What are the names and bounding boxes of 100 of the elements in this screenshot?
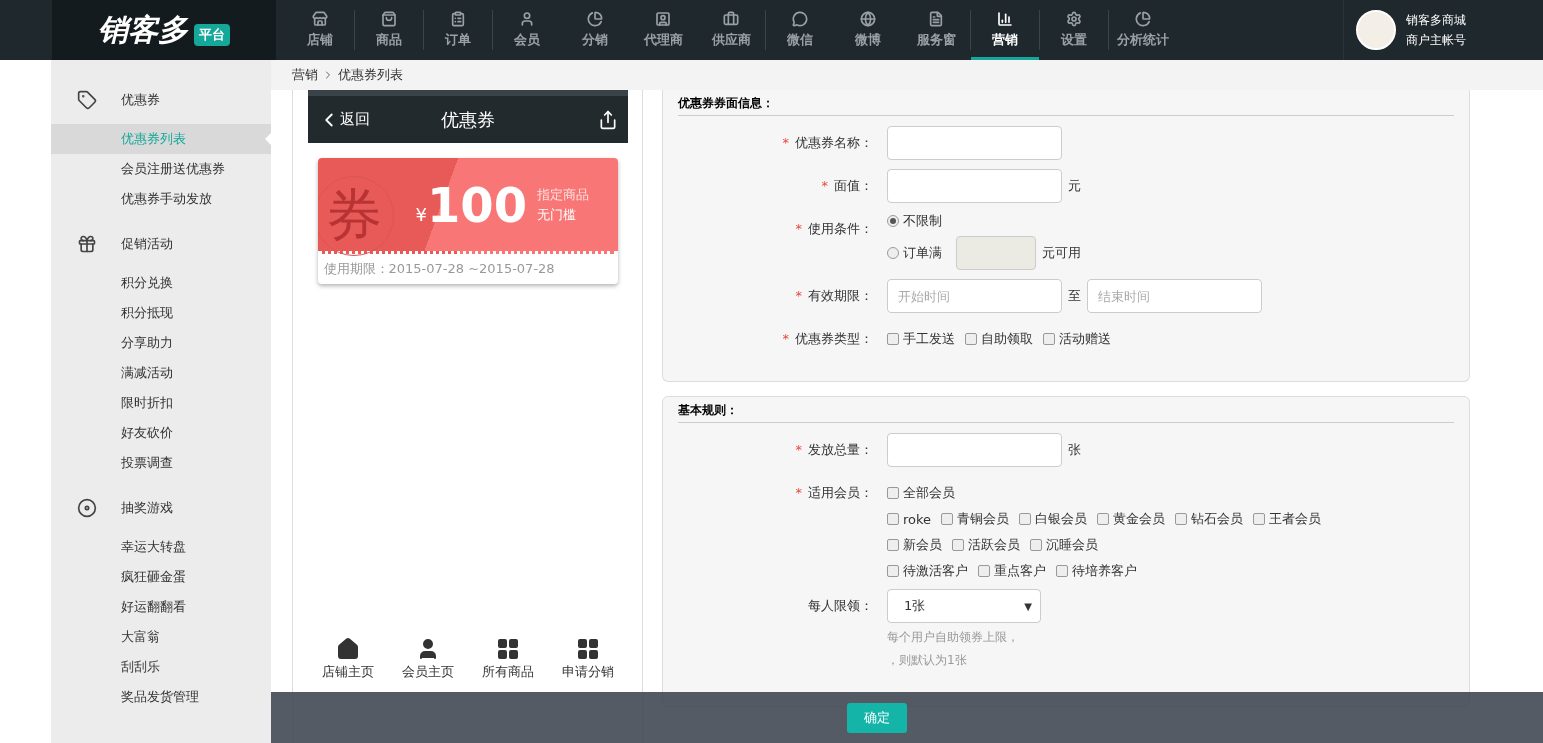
home-icon xyxy=(335,637,360,661)
user-icon xyxy=(519,11,535,27)
nav-tab[interactable]: 设置 xyxy=(1040,0,1108,60)
radio-option[interactable]: 不限制 xyxy=(887,212,942,230)
sidebar-item[interactable]: 分享助力 xyxy=(51,328,271,358)
logo-badge: 平台 xyxy=(194,24,230,46)
required-mark: * xyxy=(782,331,789,346)
clipboard-icon xyxy=(450,11,466,27)
required-mark: * xyxy=(782,135,789,150)
sidebar-item[interactable]: 限时折扣 xyxy=(51,388,271,418)
hint-text: ，则默认为1张 xyxy=(887,652,968,669)
nav-tab[interactable]: 商品 xyxy=(355,0,423,60)
checkbox-option[interactable]: 钻石会员 xyxy=(1175,510,1244,528)
checkbox-option[interactable]: 自助领取 xyxy=(965,330,1033,348)
input-field[interactable] xyxy=(887,169,1062,203)
sidebar-item[interactable]: 投票调查 xyxy=(51,448,271,478)
phone-nav-item[interactable]: 店铺主页 xyxy=(315,637,380,681)
chat-icon xyxy=(792,11,808,27)
nav-tab[interactable]: 供应商 xyxy=(697,0,765,60)
phone-nav-item[interactable]: 所有商品 xyxy=(475,637,540,681)
required-mark: * xyxy=(795,221,802,236)
coupon-amount: 100 xyxy=(426,176,528,233)
bar-chart-icon xyxy=(997,11,1013,27)
input-field[interactable] xyxy=(887,433,1062,467)
pie-chart-icon xyxy=(587,11,603,27)
required-mark: * xyxy=(821,178,828,193)
store-icon xyxy=(312,11,328,27)
sidebar-item[interactable]: 积分兑换 xyxy=(51,268,271,298)
breadcrumb-item: 优惠券列表 xyxy=(338,66,403,84)
sidebar-item[interactable]: 奖品发货管理 xyxy=(51,682,271,712)
nav-tab[interactable]: 会员 xyxy=(493,0,561,60)
bag-icon xyxy=(381,11,397,27)
sidebar-item[interactable]: 疯狂砸金蛋 xyxy=(51,562,271,592)
date-field[interactable]: 结束时间 xyxy=(1087,279,1262,313)
checkbox-option[interactable]: 待培养客户 xyxy=(1056,562,1137,580)
field-label: * 面值： xyxy=(820,177,873,195)
sidebar-item[interactable]: 大富翁 xyxy=(51,622,271,652)
nav-tab[interactable]: 店铺 xyxy=(286,0,354,60)
tag-icon xyxy=(77,90,97,110)
nav-tab[interactable]: 微信 xyxy=(766,0,834,60)
radio-option[interactable]: 订单满 xyxy=(887,244,942,262)
sidebar-item[interactable]: 好运翻翻看 xyxy=(51,592,271,622)
field-label: * 发放总量： xyxy=(794,441,873,459)
phone-nav-item[interactable]: 申请分销 xyxy=(555,637,620,681)
field-label: * 使用条件： xyxy=(794,220,873,238)
phone-nav-item[interactable]: 会员主页 xyxy=(395,637,460,681)
nav-tab[interactable]: 代理商 xyxy=(629,0,697,60)
sidebar-item[interactable]: 优惠券手动发放 xyxy=(51,184,271,214)
required-mark: * xyxy=(795,485,802,500)
breadcrumb-item[interactable]: 营销 xyxy=(292,66,318,84)
required-mark: * xyxy=(795,442,802,457)
back-link[interactable]: 返回 xyxy=(317,108,378,131)
range-separator: 至 xyxy=(1068,287,1081,305)
input-field[interactable] xyxy=(956,236,1036,270)
checkbox-option[interactable]: 待激活客户 xyxy=(887,562,968,580)
phone-title: 优惠券 xyxy=(440,107,495,132)
sidebar-item[interactable]: 满减活动 xyxy=(51,358,271,388)
settings-icon xyxy=(1066,11,1082,27)
sidebar-section-title: 抽奖游戏 xyxy=(121,499,173,517)
unit-label: 元 xyxy=(1068,177,1081,195)
checkbox-option[interactable]: 黄金会员 xyxy=(1097,510,1166,528)
field-label: * 优惠券类型： xyxy=(781,330,873,348)
sidebar-item[interactable]: 幸运大转盘 xyxy=(51,532,271,562)
nav-tab[interactable]: 微博 xyxy=(834,0,902,60)
document-icon xyxy=(928,11,944,27)
sidebar-item[interactable]: 会员注册送优惠券 xyxy=(51,154,271,184)
sidebar-section-title: 促销活动 xyxy=(121,235,173,253)
panel-title: 优惠券券面信息： xyxy=(678,90,1454,116)
gift-icon xyxy=(77,234,97,254)
sidebar-item[interactable]: 好友砍价 xyxy=(51,418,271,448)
field-label: 每人限领： xyxy=(807,597,873,615)
checkbox-option[interactable]: 手工发送 xyxy=(887,330,955,348)
input-field[interactable] xyxy=(887,126,1062,160)
checkbox-option[interactable]: 活跃会员 xyxy=(952,536,1020,554)
unit-label: 张 xyxy=(1068,441,1081,459)
checkbox-option[interactable]: 沉睡会员 xyxy=(1030,536,1098,554)
checkbox-option[interactable]: 青铜会员 xyxy=(941,510,1010,528)
checkbox-option[interactable]: 新会员 xyxy=(887,536,942,554)
nav-tab[interactable]: 订单 xyxy=(424,0,492,60)
checkbox-option[interactable]: 重点客户 xyxy=(978,562,1046,580)
checkbox-option[interactable]: roke xyxy=(887,511,932,527)
logo: 销客多 xyxy=(98,10,188,49)
date-field[interactable]: 开始时间 xyxy=(887,279,1062,313)
currency-sign: ¥ xyxy=(415,204,427,225)
unit-label: 元可用 xyxy=(1042,244,1081,262)
nav-tab[interactable]: 服务窗 xyxy=(902,0,970,60)
select-field[interactable]: 1张 ▼ xyxy=(887,589,1041,623)
account-name: 销客多商城 xyxy=(1406,11,1466,29)
checkbox-option[interactable]: 全部会员 xyxy=(887,484,955,502)
grid-icon xyxy=(495,637,520,661)
nav-tab[interactable]: 分销 xyxy=(561,0,629,60)
avatar[interactable] xyxy=(1356,10,1396,50)
nav-tab[interactable]: 分析统计 xyxy=(1109,0,1177,60)
checkbox-option[interactable]: 白银会员 xyxy=(1019,510,1088,528)
sidebar-item[interactable]: 刮刮乐 xyxy=(51,652,271,682)
checkbox-option[interactable]: 王者会员 xyxy=(1253,510,1322,528)
sidebar-item[interactable]: 积分抵现 xyxy=(51,298,271,328)
globe-icon xyxy=(860,11,876,27)
sidebar-section-title: 优惠券 xyxy=(121,91,160,109)
checkbox-option[interactable]: 活动赠送 xyxy=(1043,330,1111,348)
